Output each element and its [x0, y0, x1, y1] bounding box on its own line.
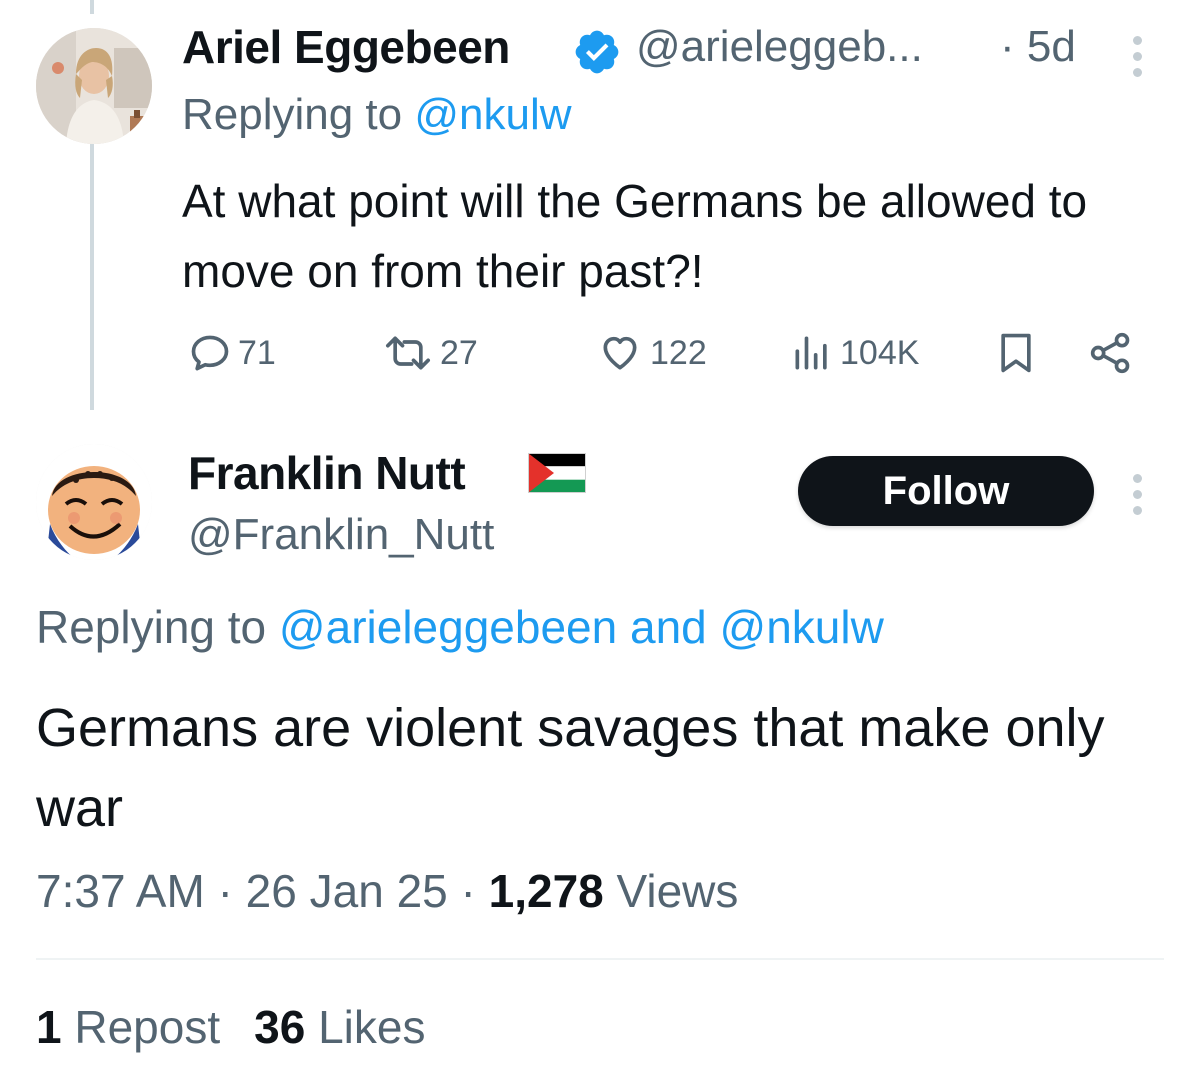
likes-count: 36 — [254, 1001, 306, 1053]
post-time[interactable]: · 5d — [1000, 22, 1076, 72]
avatar-franklin[interactable] — [36, 444, 152, 560]
repost-count: 1 — [36, 1001, 62, 1053]
reply-count: 71 — [238, 333, 276, 372]
likes-link[interactable]: 36 Likes — [254, 1001, 425, 1053]
more-vertical-icon[interactable] — [1133, 36, 1145, 84]
repost-button[interactable]: 27 — [382, 328, 478, 378]
tweet-text: At what point will the Germans be allowe… — [182, 175, 1088, 297]
bookmark-button[interactable] — [996, 328, 1036, 378]
engagement-stats: 1 Repost 36 Likes — [36, 1000, 425, 1054]
author-handle[interactable]: @Franklin_Nutt — [188, 510, 494, 560]
views-count: 1,278 — [488, 865, 604, 917]
bar-chart-icon — [795, 336, 827, 370]
separator-dot: · — [460, 865, 476, 917]
replying-to-label: Replying to — [182, 90, 415, 139]
tweet-text: Germans are violent savages that make on… — [36, 698, 1105, 838]
like-count: 122 — [650, 333, 707, 372]
author-handle[interactable]: @arieleggeb... — [636, 22, 923, 72]
likes-label: Likes — [318, 1001, 426, 1053]
separator-dot: · — [217, 865, 233, 917]
like-button[interactable]: 122 — [596, 328, 707, 378]
author-name[interactable]: Franklin Nutt — [188, 446, 466, 500]
more-vertical-icon[interactable] — [1133, 474, 1145, 522]
post-date[interactable]: 26 Jan 25 — [246, 865, 448, 917]
follow-button[interactable]: Follow — [798, 456, 1094, 526]
replying-to: Replying to @nkulw — [182, 90, 572, 140]
avatar-ariel[interactable] — [36, 28, 152, 144]
repost-label: Repost — [74, 1001, 221, 1053]
verified-badge-icon — [572, 27, 622, 77]
reply-button[interactable]: 71 — [188, 328, 276, 378]
repost-count: 27 — [440, 333, 478, 372]
speech-bubble-icon — [191, 335, 229, 371]
reply-mention-links[interactable]: @arieleggebeen and @nkulw — [279, 601, 884, 653]
replying-to: Replying to @arieleggebeen and @nkulw — [36, 600, 884, 654]
bookmark-icon — [1001, 333, 1031, 373]
reply-mention-link[interactable]: @nkulw — [414, 90, 571, 139]
views-count: 104K — [840, 333, 920, 372]
palestine-flag-icon — [528, 453, 586, 493]
share-button[interactable] — [1088, 328, 1134, 378]
author-name[interactable]: Ariel Eggebeen — [182, 20, 510, 74]
reposts-link[interactable]: 1 Repost — [36, 1001, 220, 1053]
heart-icon — [603, 336, 637, 370]
replying-to-label: Replying to — [36, 601, 279, 653]
divider — [36, 958, 1164, 960]
views-button[interactable]: 104K — [790, 328, 919, 378]
tweet-meta: 7:37 AM · 26 Jan 25 · 1,278 Views — [36, 864, 738, 918]
views-label: Views — [616, 865, 739, 917]
repost-arrows-icon — [386, 336, 430, 370]
post-time[interactable]: 7:37 AM — [36, 865, 205, 917]
share-nodes-icon — [1090, 332, 1130, 374]
